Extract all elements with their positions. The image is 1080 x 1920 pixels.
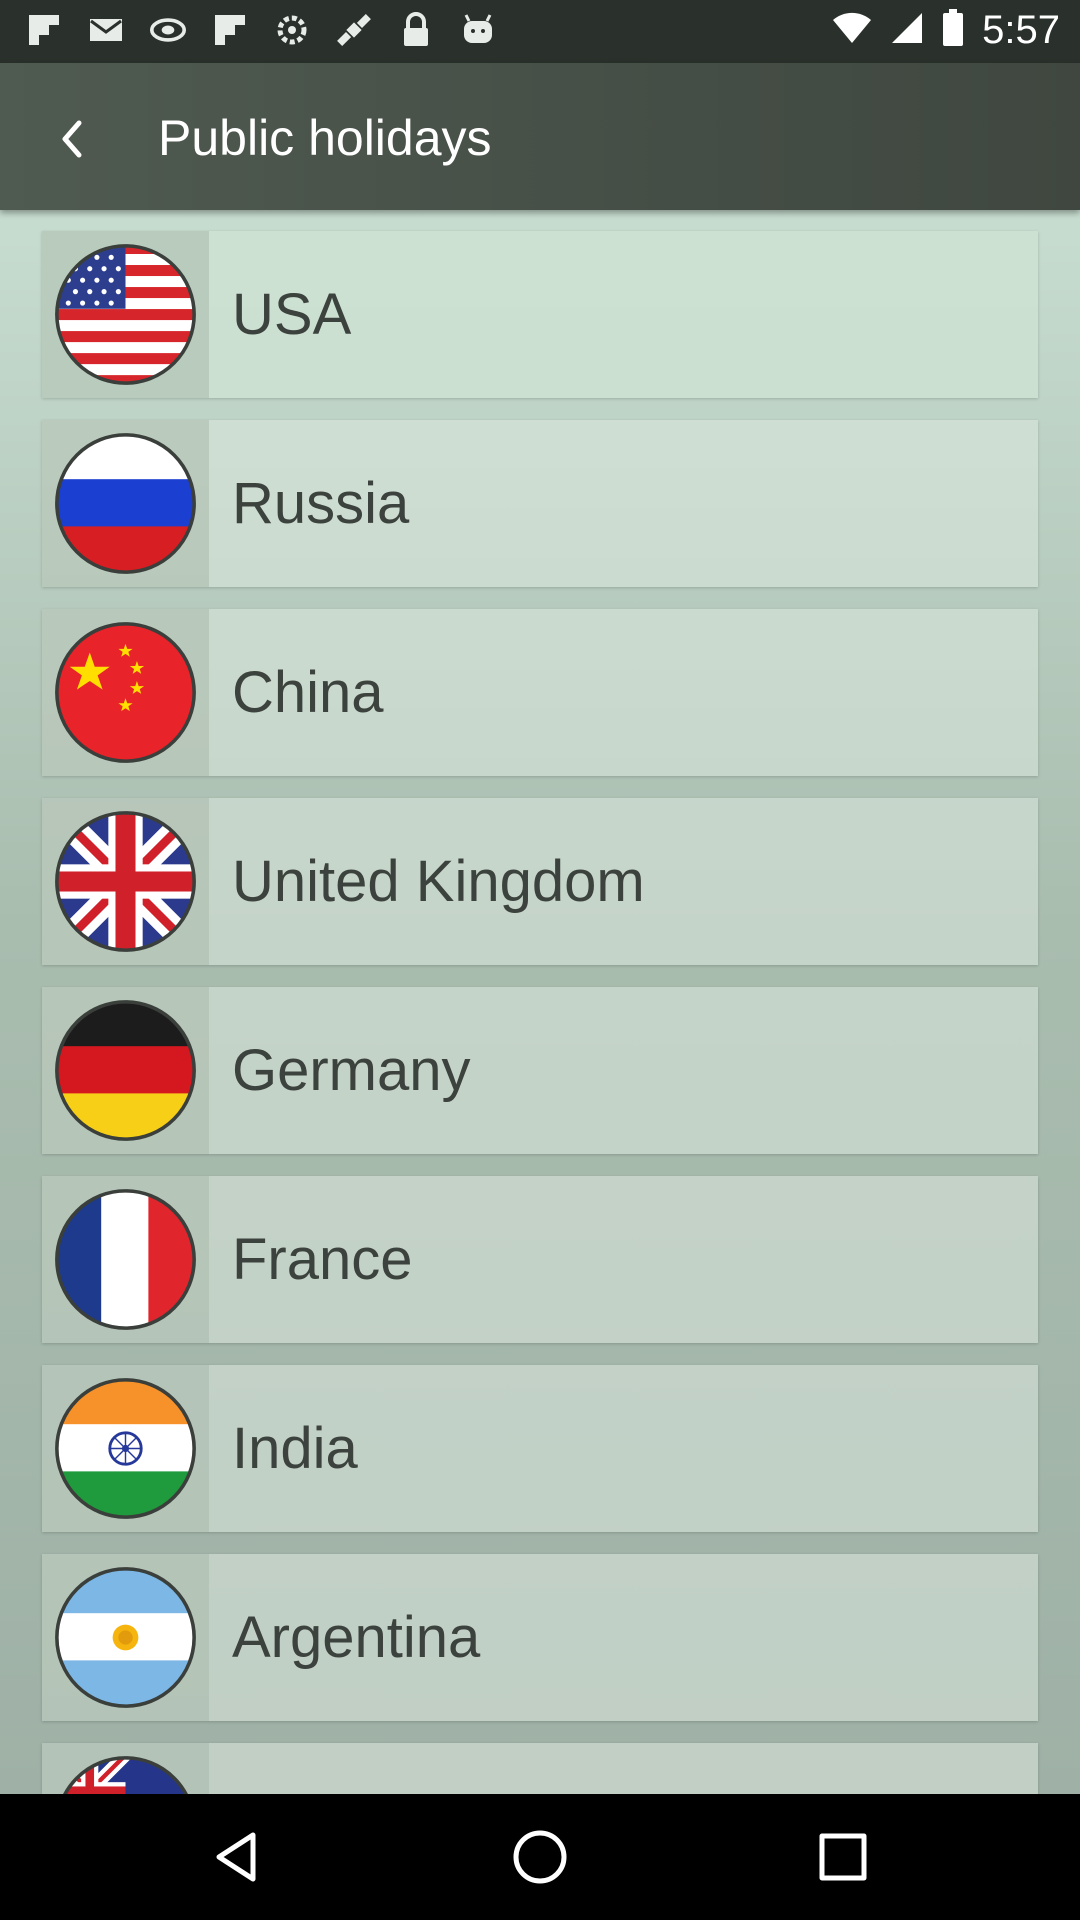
country-name: USA <box>232 282 352 347</box>
uk-flag-icon <box>55 811 196 952</box>
flag-cell <box>42 231 209 398</box>
android-icon <box>460 12 496 48</box>
argentina-flag-icon <box>55 1567 196 1708</box>
flag-cell <box>42 1554 209 1721</box>
usa-flag-icon <box>55 244 196 385</box>
list-item-france[interactable]: France <box>42 1176 1038 1343</box>
app-bar: Public holidays <box>0 63 1080 210</box>
flipboard-icon <box>212 12 248 48</box>
home-circle-icon <box>513 1830 567 1884</box>
settings-icon <box>274 12 310 48</box>
flag-cell <box>42 1365 209 1532</box>
nav-home-button[interactable] <box>510 1827 570 1887</box>
battery-icon <box>942 9 964 52</box>
page-title: Public holidays <box>158 110 492 166</box>
germany-flag-icon <box>55 1000 196 1141</box>
country-name: Argentina <box>232 1605 481 1670</box>
flipboard-icon <box>26 12 62 48</box>
nav-recents-button[interactable] <box>813 1827 873 1887</box>
wifi-icon <box>832 11 872 50</box>
back-triangle-icon <box>216 1832 256 1882</box>
list-item-india[interactable]: India <box>42 1365 1038 1532</box>
list-item-united-kingdom[interactable]: United Kingdom <box>42 798 1038 965</box>
list-item-china[interactable]: China <box>42 609 1038 776</box>
cell-signal-icon <box>890 11 924 50</box>
clock: 5:57 <box>982 8 1060 52</box>
france-flag-icon <box>55 1189 196 1330</box>
flag-cell <box>42 798 209 965</box>
australia-flag-icon <box>56 1756 195 1794</box>
status-bar: 5:57 <box>0 0 1080 63</box>
nav-back-button[interactable] <box>207 1827 267 1887</box>
country-name: China <box>232 660 384 725</box>
country-name: France <box>232 1227 413 1292</box>
list-item-russia[interactable]: Russia <box>42 420 1038 587</box>
flag-cell <box>42 609 209 776</box>
country-name: Germany <box>232 1038 471 1103</box>
list-item-germany[interactable]: Germany <box>42 987 1038 1154</box>
list-item-australia[interactable] <box>42 1743 1038 1794</box>
mail-icon <box>88 12 124 48</box>
flag-cell <box>42 1176 209 1343</box>
flag-cell <box>42 1743 209 1794</box>
fake-gps-icon <box>336 12 372 48</box>
back-button[interactable] <box>36 103 108 175</box>
notification-icons <box>26 12 496 48</box>
country-list: USA Russia China United Kingdom Germany … <box>42 231 1038 1794</box>
flag-cell <box>42 987 209 1154</box>
list-item-usa[interactable]: USA <box>42 231 1038 398</box>
country-name: India <box>232 1416 358 1481</box>
recents-square-icon <box>819 1833 867 1881</box>
flag-cell <box>42 420 209 587</box>
china-flag-icon <box>55 622 196 763</box>
country-list-container[interactable]: USA Russia China United Kingdom Germany … <box>0 210 1080 1794</box>
system-indicators: 5:57 <box>832 8 1060 53</box>
radar-icon <box>150 12 186 48</box>
chevron-left-icon <box>62 120 82 158</box>
india-flag-icon <box>55 1378 196 1519</box>
country-name: United Kingdom <box>232 849 645 914</box>
country-name: Russia <box>232 471 410 536</box>
russia-flag-icon <box>55 433 196 574</box>
list-item-argentina[interactable]: Argentina <box>42 1554 1038 1721</box>
system-nav-bar <box>0 1794 1080 1920</box>
lock-icon <box>398 12 434 48</box>
